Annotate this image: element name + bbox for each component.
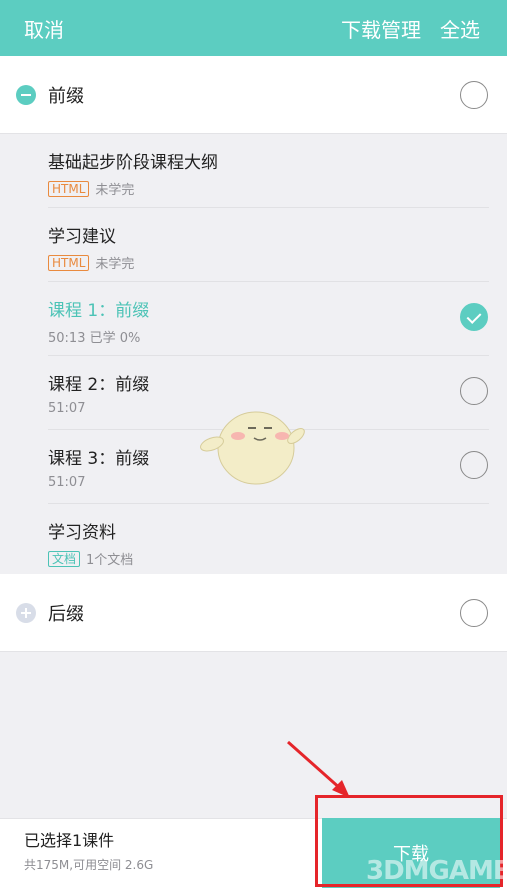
- expand-icon[interactable]: [16, 603, 36, 623]
- lesson-meta: 51:07: [48, 401, 85, 416]
- html-tag: HTML: [48, 254, 90, 271]
- lesson-duration: 51:07: [48, 475, 86, 490]
- annotation-arrow: [287, 740, 350, 798]
- lesson-meta: 51:07: [48, 475, 85, 490]
- lesson-status: 未学完: [95, 183, 135, 198]
- lesson-name: 课程 3：前缀: [48, 449, 150, 469]
- lesson-checkbox[interactable]: [460, 377, 488, 405]
- lesson-meta: 50:13 已学 0%: [48, 327, 140, 346]
- cancel-button[interactable]: 取消: [24, 14, 64, 43]
- chapter-row-suffix[interactable]: 后缀: [0, 574, 507, 652]
- collapse-icon[interactable]: [16, 85, 36, 105]
- chapter-row-prefix[interactable]: 前缀: [0, 56, 507, 134]
- storage-info: 共175M,可用空间 2.6G: [24, 858, 154, 872]
- download-manage-button[interactable]: 下载管理: [341, 14, 421, 43]
- select-all-button[interactable]: 全选: [440, 14, 480, 43]
- lesson-name: 课程 1：前缀: [48, 301, 150, 321]
- lesson-row[interactable]: 课程 1：前缀 50:13 已学 0%: [0, 282, 507, 356]
- lesson-row[interactable]: 基础起步阶段课程大纲 HTML 未学完: [0, 134, 507, 208]
- selected-count: 已选择1课件: [24, 831, 115, 850]
- download-button[interactable]: 下载: [322, 818, 500, 888]
- lesson-checkbox[interactable]: [460, 451, 488, 479]
- lesson-name: 基础起步阶段课程大纲: [48, 153, 218, 173]
- lesson-name: 学习资料: [48, 523, 116, 543]
- mascot-illustration: [200, 411, 305, 485]
- lesson-name: 学习建议: [48, 227, 116, 247]
- chapter-title: 前缀: [48, 86, 84, 107]
- lesson-meta: HTML 未学完: [48, 253, 134, 272]
- lesson-meta: 文档 1个文档: [48, 549, 133, 568]
- lesson-name: 课程 2：前缀: [48, 375, 150, 395]
- html-tag: HTML: [48, 180, 90, 197]
- chapter-title: 后缀: [48, 604, 84, 625]
- document-tag: 文档: [48, 550, 81, 567]
- lesson-duration: 51:07: [48, 401, 86, 416]
- lesson-row[interactable]: 学习建议 HTML 未学完: [0, 208, 507, 282]
- lesson-row[interactable]: 学习资料 文档 1个文档: [0, 504, 507, 578]
- lesson-meta: HTML 未学完: [48, 179, 134, 198]
- lesson-status: 未学完: [95, 257, 135, 272]
- chapter-checkbox[interactable]: [460, 81, 488, 109]
- chapter-checkbox[interactable]: [460, 599, 488, 627]
- download-label: 下载: [393, 844, 429, 865]
- lesson-checkbox-checked[interactable]: [460, 303, 488, 331]
- top-bar: 取消 下载管理 全选: [0, 0, 507, 56]
- lesson-doc-count: 1个文档: [86, 553, 134, 568]
- lesson-status: 50:13 已学 0%: [48, 331, 141, 346]
